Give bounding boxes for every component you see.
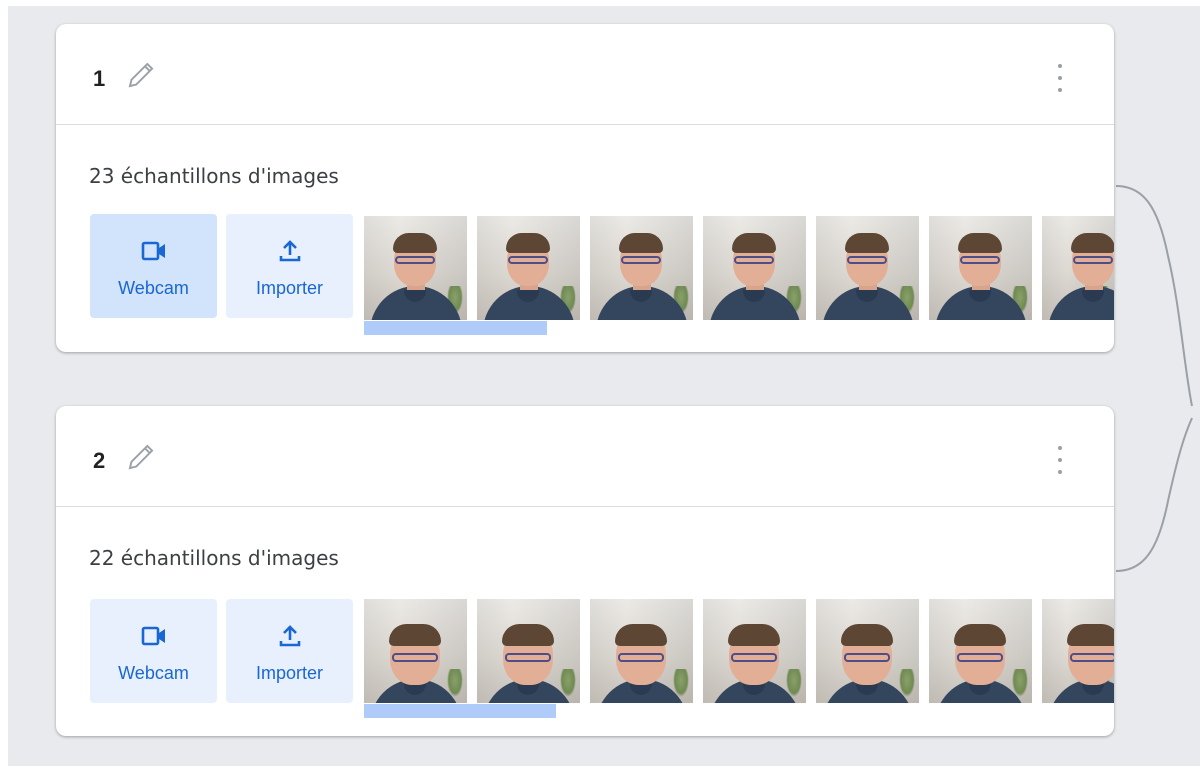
sample-thumbnail[interactable] bbox=[590, 599, 693, 703]
sample-thumbnail[interactable] bbox=[364, 216, 467, 320]
video-camera-icon bbox=[141, 241, 165, 261]
sample-thumbnails bbox=[364, 216, 1114, 322]
sample-thumbnail[interactable] bbox=[477, 216, 580, 320]
more-options-icon[interactable] bbox=[1050, 444, 1070, 476]
sample-thumbnail[interactable] bbox=[703, 216, 806, 320]
webcam-button[interactable]: Webcam bbox=[90, 599, 217, 703]
project-canvas: 1 23 échantillons d'images Webcam Import… bbox=[8, 6, 1200, 766]
webcam-button[interactable]: Webcam bbox=[90, 214, 217, 318]
sample-thumbnail[interactable] bbox=[477, 599, 580, 703]
thumbnails-scrollbar[interactable] bbox=[364, 321, 547, 335]
video-camera-icon bbox=[141, 626, 165, 646]
sample-thumbnail[interactable] bbox=[703, 599, 806, 703]
more-options-icon[interactable] bbox=[1050, 62, 1070, 94]
upload-button[interactable]: Importer bbox=[226, 214, 353, 318]
class-card-1: 1 23 échantillons d'images Webcam Import… bbox=[56, 24, 1114, 352]
upload-icon bbox=[279, 625, 300, 647]
upload-icon bbox=[279, 240, 300, 262]
sample-thumbnail[interactable] bbox=[816, 599, 919, 703]
pencil-icon[interactable] bbox=[122, 438, 160, 476]
sample-thumbnails bbox=[364, 599, 1114, 705]
webcam-label: Webcam bbox=[118, 663, 189, 683]
class-card-header: 1 bbox=[56, 24, 1114, 125]
sample-thumbnail[interactable] bbox=[590, 216, 693, 320]
sample-thumbnail[interactable] bbox=[929, 216, 1032, 320]
class-name[interactable]: 2 bbox=[93, 448, 105, 474]
upload-button[interactable]: Importer bbox=[226, 599, 353, 703]
class-name[interactable]: 1 bbox=[93, 66, 105, 92]
pencil-icon[interactable] bbox=[122, 56, 160, 94]
sample-thumbnail[interactable] bbox=[929, 599, 1032, 703]
class-card-header: 2 bbox=[56, 406, 1114, 507]
upload-label: Importer bbox=[255, 663, 324, 683]
thumbnails-scrollbar[interactable] bbox=[364, 704, 556, 718]
sample-thumbnail[interactable] bbox=[816, 216, 919, 320]
sample-thumbnail[interactable] bbox=[1042, 216, 1114, 320]
samples-count-label: 23 échantillons d'images bbox=[89, 164, 339, 188]
upload-label: Importer bbox=[255, 278, 324, 298]
webcam-label: Webcam bbox=[118, 278, 189, 298]
sample-thumbnail[interactable] bbox=[1042, 599, 1114, 703]
class-card-2: 2 22 échantillons d'images Webcam Import… bbox=[56, 406, 1114, 736]
samples-count-label: 22 échantillons d'images bbox=[89, 546, 339, 570]
sample-thumbnail[interactable] bbox=[364, 599, 467, 703]
